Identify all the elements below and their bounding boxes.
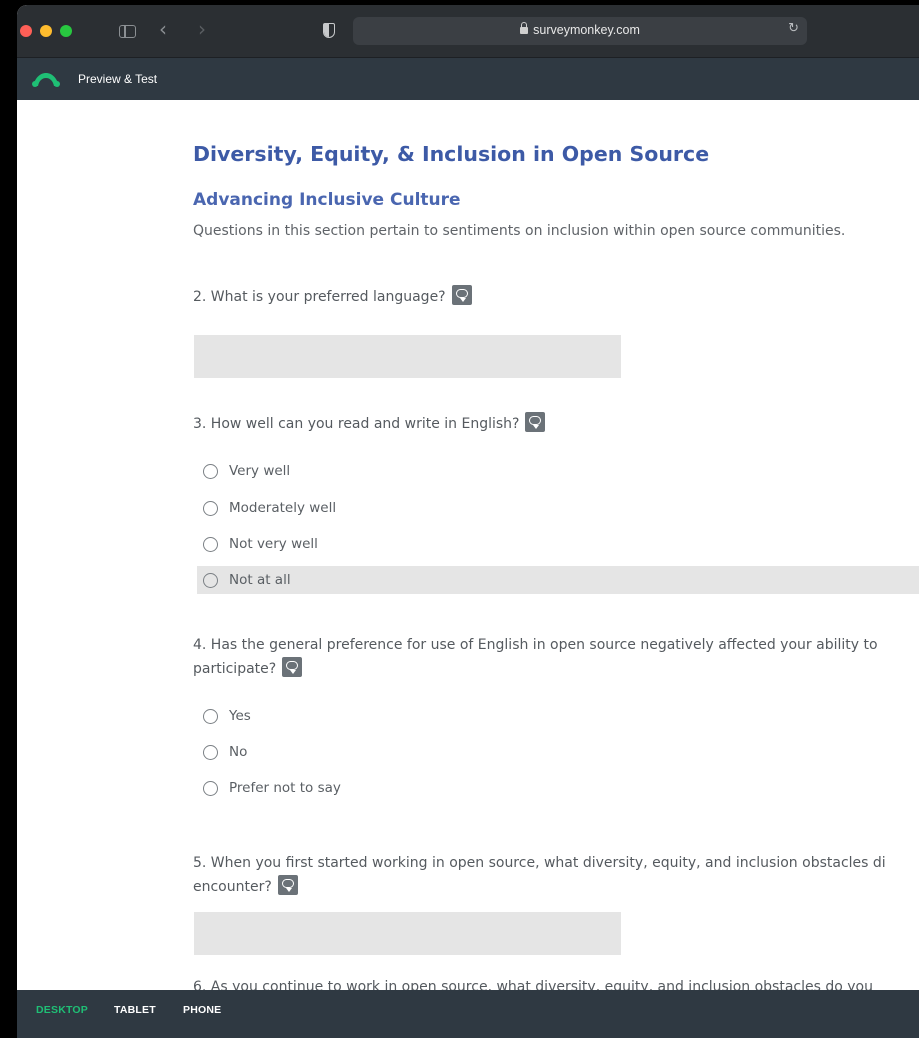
option-label: Not at all	[229, 572, 291, 588]
question-5: 5. When you first started working in ope…	[193, 851, 886, 899]
question-5-input[interactable]	[194, 912, 621, 955]
question-4-text-line1: 4. Has the general preference for use of…	[193, 637, 878, 653]
tab-desktop[interactable]: DESKTOP	[36, 1004, 88, 1016]
page-description: Questions in this section pertain to sen…	[193, 223, 846, 239]
option-label: Not very well	[229, 536, 318, 552]
radio-button[interactable]	[203, 500, 218, 516]
question-5-text-line1: 5. When you first started working in ope…	[193, 855, 886, 871]
question-2-text: 2. What is your preferred language?	[193, 289, 446, 305]
question-6: 6. As you continue to work in open sourc…	[193, 975, 873, 990]
browser-window: ‹ › surveymonkey.com ↻ Preview & Test Di…	[17, 5, 919, 1038]
close-window-button[interactable]	[20, 25, 32, 37]
option-very-well[interactable]: Very well	[197, 457, 919, 485]
address-bar[interactable]: surveymonkey.com ↻	[353, 17, 807, 45]
tab-phone[interactable]: PHONE	[183, 1004, 221, 1016]
radio-button[interactable]	[203, 744, 218, 760]
back-icon[interactable]: ‹	[159, 19, 167, 39]
question-4: 4. Has the general preference for use of…	[193, 633, 878, 681]
comment-icon[interactable]	[525, 412, 546, 432]
option-label: No	[229, 744, 248, 760]
question-3: 3. How well can you read and write in En…	[193, 412, 546, 436]
option-prefer-not-to-say[interactable]: Prefer not to say	[197, 774, 919, 802]
option-label: Moderately well	[229, 500, 337, 516]
option-yes[interactable]: Yes	[197, 702, 919, 730]
minimize-window-button[interactable]	[40, 25, 52, 37]
option-label: Yes	[229, 708, 251, 724]
question-4-text-line2: participate?	[193, 661, 277, 677]
comment-icon[interactable]	[277, 875, 298, 895]
option-label: Prefer not to say	[229, 780, 341, 796]
radio-button[interactable]	[203, 572, 218, 588]
reload-icon[interactable]: ↻	[788, 21, 799, 36]
device-preview-bar: DESKTOP TABLET PHONE	[17, 990, 919, 1038]
zoom-window-button[interactable]	[60, 25, 72, 37]
option-no[interactable]: No	[197, 738, 919, 766]
page-title: Advancing Inclusive Culture	[193, 190, 461, 210]
option-label: Very well	[229, 463, 291, 479]
question-6-text-line1: 6. As you continue to work in open sourc…	[193, 979, 873, 990]
lock-icon	[520, 22, 529, 34]
tab-tablet[interactable]: TABLET	[114, 1004, 156, 1016]
question-2: 2. What is your preferred language?	[193, 285, 472, 309]
radio-button[interactable]	[203, 780, 218, 796]
comment-icon[interactable]	[282, 657, 303, 677]
surveymonkey-logo-icon	[32, 73, 60, 87]
browser-toolbar: ‹ › surveymonkey.com ↻	[17, 5, 919, 58]
option-not-at-all[interactable]: Not at all	[197, 566, 919, 594]
radio-button[interactable]	[203, 708, 218, 724]
comment-icon[interactable]	[451, 285, 472, 305]
survey-title: Diversity, Equity, & Inclusion in Open S…	[193, 142, 710, 166]
privacy-shield-icon[interactable]	[323, 23, 335, 38]
survey-preview: Diversity, Equity, & Inclusion in Open S…	[17, 100, 919, 990]
option-not-very-well[interactable]: Not very well	[197, 530, 919, 558]
radio-button[interactable]	[203, 536, 218, 552]
url-text: surveymonkey.com	[533, 23, 640, 37]
app-header: Preview & Test	[17, 58, 919, 100]
question-3-text: 3. How well can you read and write in En…	[193, 416, 520, 432]
radio-button[interactable]	[203, 463, 218, 479]
sidebar-toggle-icon[interactable]	[119, 25, 136, 38]
question-5-text-line2: encounter?	[193, 879, 272, 895]
option-moderately-well[interactable]: Moderately well	[197, 494, 919, 522]
app-title: Preview & Test	[78, 72, 158, 86]
question-2-input[interactable]	[194, 335, 621, 378]
forward-icon[interactable]: ›	[198, 19, 206, 39]
